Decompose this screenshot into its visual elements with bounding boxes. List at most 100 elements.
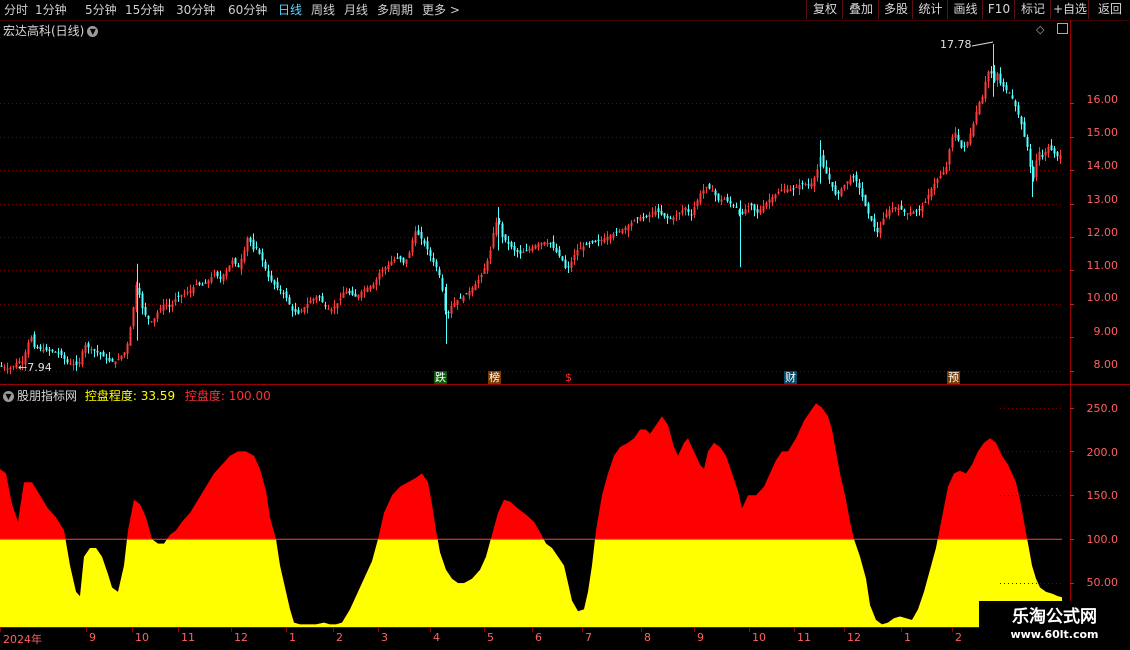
candle-body: [510, 242, 513, 248]
candle-body: [849, 179, 852, 185]
candle-body: [33, 334, 36, 348]
chart-canvas[interactable]: [0, 0, 1130, 650]
candle-body: [924, 201, 927, 203]
candle-body: [258, 249, 261, 254]
panel-toggle-icon[interactable]: [1057, 23, 1068, 34]
candle-body: [411, 240, 414, 253]
candle-body: [75, 361, 78, 366]
candle-body: [45, 347, 48, 351]
candle-body: [1053, 148, 1056, 154]
candle-body: [1008, 92, 1011, 94]
candle-body: [1026, 136, 1029, 147]
candle-body: [756, 209, 759, 213]
candle-body: [606, 236, 609, 241]
candle-body: [96, 350, 99, 353]
candle-body: [765, 202, 768, 207]
candle-body: [48, 349, 51, 351]
candle-body: [954, 132, 957, 138]
price-tick: 9.00: [1093, 325, 1119, 338]
chevron-down-icon[interactable]: ▼: [87, 26, 99, 37]
candle-body: [168, 305, 171, 307]
candle-body: [189, 290, 192, 293]
candle-body: [1035, 160, 1038, 177]
candle-body: [489, 250, 492, 259]
candle-body: [174, 298, 177, 303]
candle-body: [900, 205, 903, 210]
candle-body: [111, 358, 114, 362]
candle-body: [507, 241, 510, 244]
candle-body: [453, 302, 456, 307]
candle-body: [939, 175, 942, 179]
candle-body: [270, 275, 273, 281]
diamond-icon[interactable]: ◇: [1036, 23, 1044, 36]
candle-body: [1056, 152, 1059, 157]
candle-body: [579, 248, 582, 250]
indicator-value-1: 33.59: [140, 389, 176, 403]
candle-body: [228, 265, 231, 272]
candle-body: [426, 241, 429, 250]
candle-body: [225, 270, 228, 277]
candle-body: [897, 208, 900, 211]
candle-body: [846, 181, 849, 184]
candle-body: [402, 257, 405, 263]
candle-body: [837, 191, 840, 194]
candle-body: [27, 342, 30, 355]
event-marker-ranking[interactable]: 榜: [488, 371, 501, 384]
candle-body: [1029, 148, 1032, 167]
candle-body: [633, 220, 636, 222]
candle-body: [570, 261, 573, 268]
candle-body: [906, 213, 909, 215]
candle-body: [567, 266, 570, 268]
candle-body: [201, 284, 204, 286]
candle-body: [195, 283, 198, 285]
candle-body: [9, 367, 12, 370]
indicator-tick: 250.0: [1086, 402, 1119, 415]
date-tick: 12: [847, 631, 861, 644]
candle-body: [105, 358, 108, 360]
candle-body: [648, 214, 651, 217]
candle-body: [741, 211, 744, 214]
candle-body: [120, 355, 123, 359]
candle-body: [414, 231, 417, 244]
candle-body: [522, 252, 525, 254]
candle-body: [1038, 151, 1041, 161]
candle-body: [990, 71, 993, 74]
candle-body: [12, 366, 15, 368]
date-tick: 12: [234, 631, 248, 644]
date-tick: 2024年: [3, 633, 42, 646]
candle-body: [747, 205, 750, 207]
candle-body: [243, 250, 246, 262]
candle-body: [237, 265, 240, 268]
date-tick: 7: [585, 631, 592, 644]
candle-body: [915, 210, 918, 212]
watermark-url: www.60lt.com: [1010, 628, 1099, 641]
candle-body: [717, 193, 720, 201]
candle-body: [204, 282, 207, 284]
event-marker-finance[interactable]: 财: [784, 371, 797, 384]
candle-body: [171, 303, 174, 308]
event-marker-drop[interactable]: 跌: [434, 371, 447, 384]
candle-body: [879, 227, 882, 234]
chevron-down-icon[interactable]: ▼: [3, 391, 14, 402]
event-marker-forecast[interactable]: 预: [947, 371, 960, 384]
candle-body: [1017, 105, 1020, 115]
candle-body: [180, 295, 183, 297]
candle-body: [732, 205, 735, 207]
candle-body: [441, 277, 444, 291]
candle-body: [558, 249, 561, 257]
candle-body: [456, 299, 459, 305]
candle-body: [309, 300, 312, 304]
candle-body: [465, 293, 468, 295]
candle-body: [828, 173, 831, 180]
candle-body: [624, 227, 627, 230]
candle-body: [72, 364, 75, 366]
event-marker-dollar[interactable]: $: [564, 371, 573, 384]
candle-body: [684, 207, 687, 210]
candle-body: [801, 183, 804, 185]
candle-body: [81, 351, 84, 365]
candle-body: [321, 296, 324, 303]
candle-body: [459, 297, 462, 299]
candle-body: [843, 184, 846, 189]
candle-body: [387, 264, 390, 270]
candle-body: [708, 184, 711, 189]
